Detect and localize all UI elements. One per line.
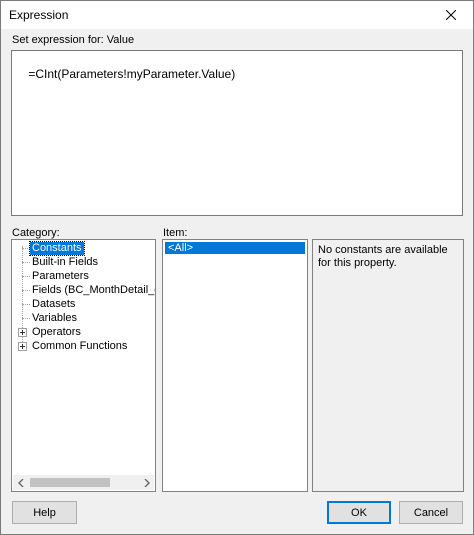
close-button[interactable] bbox=[429, 1, 473, 29]
tree-branch bbox=[22, 262, 30, 263]
expression-label: Set expression for: Value bbox=[12, 34, 135, 46]
help-button[interactable]: Help bbox=[12, 501, 77, 524]
item-label: Item: bbox=[163, 227, 188, 239]
category-label: Category: bbox=[12, 227, 60, 239]
description-text: No constants are available for this prop… bbox=[318, 244, 448, 269]
scroll-right-button[interactable] bbox=[139, 475, 154, 490]
chevron-right-icon bbox=[144, 478, 150, 487]
item-all[interactable]: <All> bbox=[165, 242, 305, 254]
expand-plus-icon[interactable] bbox=[18, 342, 27, 351]
scroll-thumb[interactable] bbox=[30, 478, 110, 487]
chevron-left-icon bbox=[17, 478, 23, 487]
window-title: Expression bbox=[9, 8, 69, 22]
expression-text: =CInt(Parameters!myParameter.Value) bbox=[28, 67, 236, 81]
category-item-variables[interactable]: Variables bbox=[32, 312, 77, 325]
expression-input[interactable]: =CInt(Parameters!myParameter.Value) bbox=[11, 50, 463, 216]
ok-button[interactable]: OK bbox=[327, 501, 391, 524]
category-item-datasets[interactable]: Datasets bbox=[32, 298, 75, 311]
tree-branch bbox=[22, 248, 30, 249]
category-item-operators[interactable]: Operators bbox=[32, 326, 81, 339]
tree-branch bbox=[22, 290, 30, 291]
expression-dialog: Expression Set expression for: Value =CI… bbox=[0, 0, 474, 535]
tree-branch bbox=[22, 318, 30, 319]
scroll-left-button[interactable] bbox=[13, 475, 28, 490]
category-item-parameters[interactable]: Parameters bbox=[32, 270, 89, 283]
category-item-fields[interactable]: Fields (BC_MonthDetail_dat bbox=[32, 284, 155, 297]
close-icon bbox=[446, 10, 456, 20]
expand-plus-icon[interactable] bbox=[18, 328, 27, 337]
category-item-constants[interactable]: Constants bbox=[29, 241, 85, 256]
description-panel: No constants are available for this prop… bbox=[312, 239, 464, 492]
title-bar: Expression bbox=[1, 1, 473, 29]
horizontal-scrollbar[interactable] bbox=[13, 475, 154, 490]
category-item-built-in-fields[interactable]: Built-in Fields bbox=[32, 256, 98, 269]
category-item-common-functions[interactable]: Common Functions bbox=[32, 340, 127, 353]
category-tree[interactable]: Constants Built-in Fields Parameters Fie… bbox=[11, 239, 156, 492]
cancel-button[interactable]: Cancel bbox=[399, 501, 463, 524]
tree-branch bbox=[22, 304, 30, 305]
item-list[interactable]: <All> bbox=[162, 239, 308, 492]
tree-branch bbox=[22, 276, 30, 277]
